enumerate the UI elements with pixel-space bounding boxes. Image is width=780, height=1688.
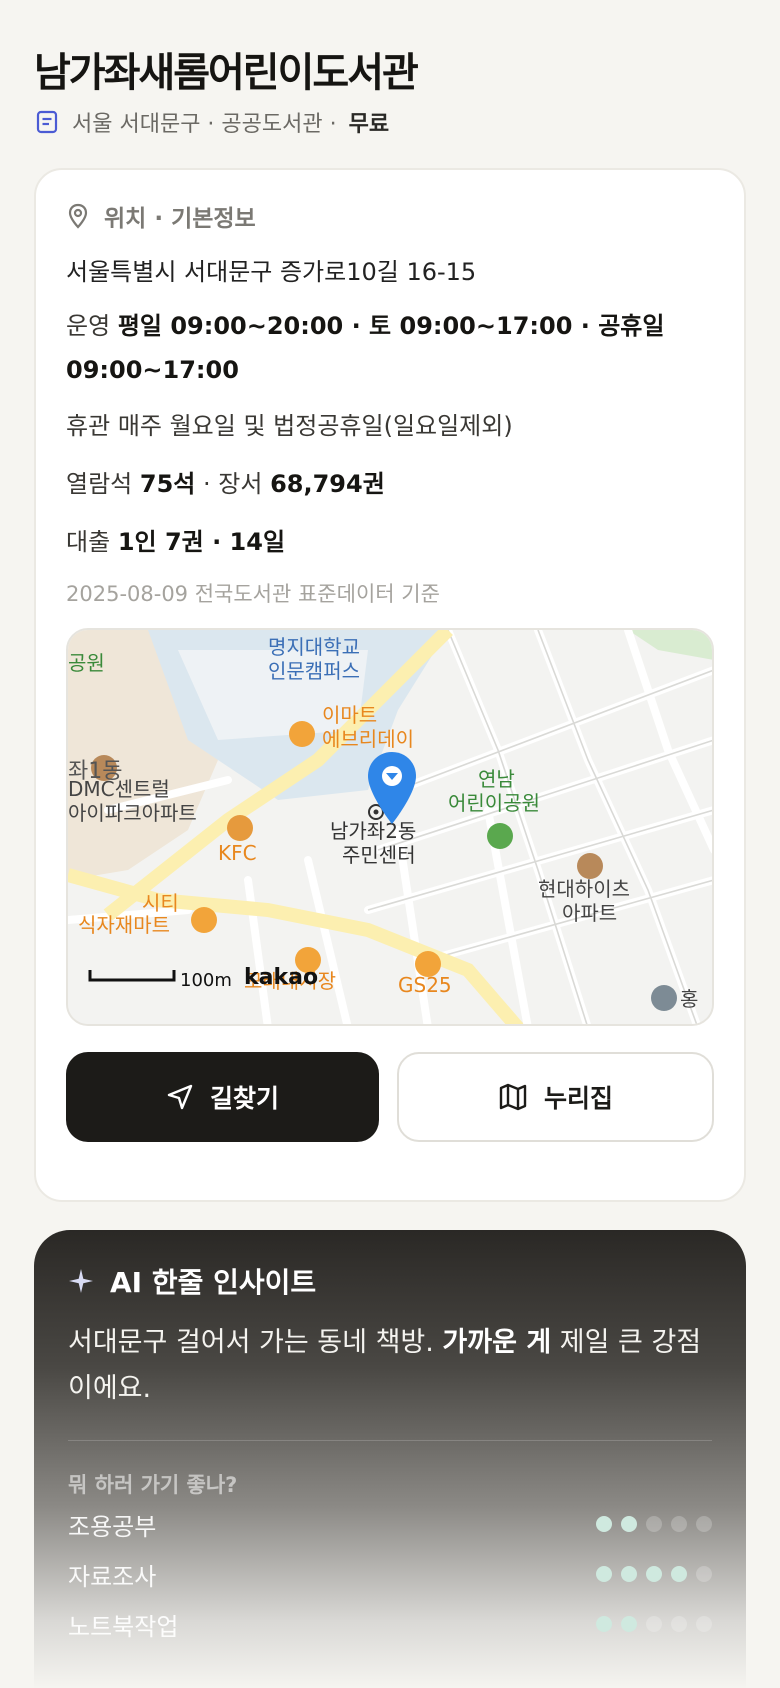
score-dot-filled bbox=[621, 1516, 637, 1532]
map-label-mart2: 식자재마트 bbox=[78, 913, 170, 937]
directions-button[interactable]: 길찾기 bbox=[66, 1052, 379, 1142]
activity-row: 조용공부 bbox=[68, 1499, 712, 1549]
info-card: 위치 · 기본정보 서울특별시 서대문구 증가로10길 16-15 운영 평일 … bbox=[34, 168, 746, 1202]
activity-question: 뭐 하러 가기 좋나? bbox=[68, 1473, 238, 1497]
directions-label: 길찾기 bbox=[209, 1084, 279, 1113]
hours-label: 운영 bbox=[66, 312, 111, 340]
score-dot-empty bbox=[646, 1516, 662, 1532]
map-label-hyundai2: 아파트 bbox=[562, 901, 617, 925]
map-label-emart2: 에브리데이 bbox=[322, 727, 414, 751]
score-dot-filled bbox=[596, 1516, 612, 1532]
score-dot-filled bbox=[646, 1566, 662, 1582]
map-canvas[interactable]: 명지대학교 인문캠퍼스 공원 이마트 에브리데이 좌1동 DMC센트럴 아이파크… bbox=[68, 630, 714, 1026]
activity-row: 자료조사 bbox=[68, 1549, 712, 1599]
map-view[interactable]: 명지대학교 인문캠퍼스 공원 이마트 에브리데이 좌1동 DMC센트럴 아이파크… bbox=[66, 628, 714, 1026]
score-dot-filled bbox=[596, 1566, 612, 1582]
map-label-park2: 어린이공원 bbox=[448, 791, 540, 815]
map-label-kfc: KFC bbox=[218, 841, 257, 865]
score-dot-empty bbox=[646, 1616, 662, 1632]
score-dot-empty bbox=[671, 1516, 687, 1532]
fee-badge: 무료 bbox=[348, 112, 390, 137]
closed-label: 휴관 bbox=[66, 412, 111, 440]
map-label-hong: 홍 bbox=[680, 987, 698, 1011]
map-label-gs25: GS25 bbox=[398, 973, 452, 997]
map-label-center: 남가좌2동 bbox=[330, 819, 416, 843]
activity-label: 자료조사 bbox=[68, 1562, 157, 1591]
address-text: 서울특별시 서대문구 증가로10길 16-15 bbox=[66, 258, 477, 286]
hours-value: 평일 09:00~20:00 · 토 09:00~17:00 · 공휴일 09:… bbox=[66, 312, 665, 384]
loan-row: 대출 1인 7권 · 14일 bbox=[66, 520, 714, 564]
ai-insight-text: 서대문구 걸어서 가는 동네 책방. 가까운 게 제일 큰 강점이에요. bbox=[68, 1320, 712, 1412]
activity-score bbox=[596, 1566, 712, 1582]
score-dot-empty bbox=[671, 1616, 687, 1632]
score-dot-filled bbox=[596, 1616, 612, 1632]
ai-insight-title: AI 한줄 인사이트 bbox=[110, 1266, 317, 1299]
station-icon[interactable] bbox=[651, 985, 677, 1011]
activity-row: 노트북작업 bbox=[68, 1599, 712, 1649]
score-dot-filled bbox=[621, 1616, 637, 1632]
map-label-emart: 이마트 bbox=[322, 703, 377, 727]
apartment-icon[interactable] bbox=[577, 853, 603, 879]
ai-insight-header: AI 한줄 인사이트 bbox=[68, 1260, 712, 1302]
books-label: · 장서 bbox=[203, 470, 263, 498]
seats-label: 열람석 bbox=[66, 470, 133, 498]
map-label-park: 연남 bbox=[478, 767, 515, 791]
divider bbox=[68, 1440, 712, 1441]
seats-row: 열람석 75석 · 장서 68,794권 bbox=[66, 462, 714, 506]
document-icon bbox=[36, 110, 58, 134]
data-basis-note: 2025-08-09 전국도서관 표준데이터 기준 bbox=[66, 582, 440, 606]
score-dot-empty bbox=[696, 1616, 712, 1632]
cart-icon[interactable] bbox=[191, 907, 217, 933]
activity-score bbox=[596, 1516, 712, 1532]
section-title: 위치 · 기본정보 bbox=[104, 206, 256, 232]
map-scale-label: 100m bbox=[180, 970, 232, 991]
ai-insight-text-bold: 가까운 게 bbox=[442, 1327, 552, 1358]
homepage-label: 누리집 bbox=[543, 1084, 613, 1113]
map-label-myongji2: 인문캠퍼스 bbox=[268, 659, 360, 683]
score-dot-empty bbox=[696, 1516, 712, 1532]
loan-value: 1인 7권 · 14일 bbox=[117, 528, 286, 556]
kakao-logo: kakao bbox=[244, 965, 318, 990]
restaurant-icon[interactable] bbox=[227, 815, 253, 841]
location-pin-icon bbox=[68, 203, 88, 229]
map-label-apt-left: DMC센트럴 bbox=[68, 777, 170, 801]
hours-row: 운영 평일 09:00~20:00 · 토 09:00~17:00 · 공휴일 … bbox=[66, 304, 714, 392]
closed-value: 매주 월요일 및 법정공휴일(일요일제외) bbox=[117, 412, 513, 440]
activity-score bbox=[596, 1616, 712, 1632]
closed-row: 휴관 매주 월요일 및 법정공휴일(일요일제외) bbox=[66, 404, 714, 448]
shop-icon[interactable] bbox=[289, 721, 315, 747]
loan-label: 대출 bbox=[66, 528, 111, 556]
library-detail-page: 남가좌새롬어린이도서관 서울 서대문구 · 공공도서관 · 무료 위치 · 기본… bbox=[0, 0, 780, 1688]
park-icon[interactable] bbox=[487, 823, 513, 849]
map-label-mart: 시티 bbox=[142, 891, 179, 915]
map-label-apt-left2: 아이파크아파트 bbox=[68, 801, 197, 825]
books-value: 68,794권 bbox=[270, 470, 385, 498]
map-label-park-left: 공원 bbox=[68, 651, 105, 675]
homepage-button[interactable]: 누리집 bbox=[397, 1052, 714, 1142]
library-subline: 서울 서대문구 · 공공도서관 · 무료 bbox=[34, 102, 746, 142]
page-title: 남가좌새롬어린이도서관 bbox=[34, 50, 419, 96]
action-buttons: 길찾기 누리집 bbox=[66, 1052, 714, 1142]
map-label-center2: 주민센터 bbox=[342, 843, 416, 867]
map-label-myongji: 명지대학교 bbox=[268, 635, 360, 659]
sparkle-icon bbox=[69, 1269, 93, 1293]
score-dot-filled bbox=[671, 1566, 687, 1582]
seats-value: 75석 bbox=[139, 470, 196, 498]
ai-insight-text-pre: 서대문구 걸어서 가는 동네 책방. bbox=[68, 1327, 443, 1358]
map-icon bbox=[499, 1083, 527, 1111]
section-header: 위치 · 기본정보 bbox=[66, 200, 714, 232]
ai-insight-card: AI 한줄 인사이트 서대문구 걸어서 가는 동네 책방. 가까운 게 제일 큰… bbox=[34, 1230, 746, 1688]
region-text: 서울 서대문구 · 공공도서관 · bbox=[72, 112, 337, 137]
navigation-arrow-icon bbox=[167, 1084, 193, 1110]
map-label-hyundai: 현대하이츠 bbox=[538, 877, 630, 901]
score-dot-empty bbox=[696, 1566, 712, 1582]
score-dot-filled bbox=[621, 1566, 637, 1582]
activity-label: 조용공부 bbox=[68, 1512, 157, 1541]
activity-label: 노트북작업 bbox=[68, 1612, 179, 1641]
